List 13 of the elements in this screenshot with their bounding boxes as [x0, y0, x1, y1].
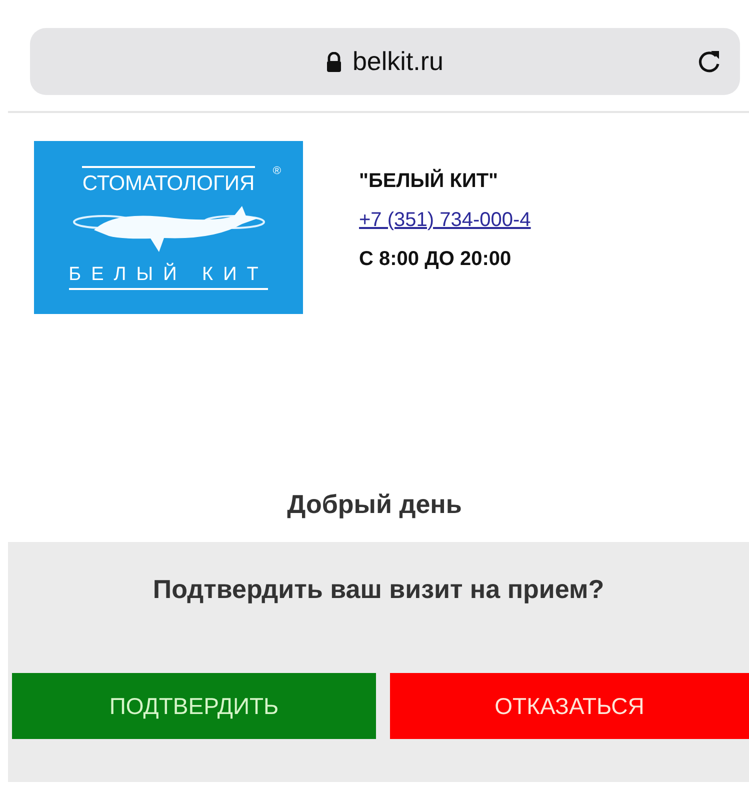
logo-text: СТОМАТОЛОГИЯ — [82, 166, 255, 196]
confirm-button[interactable]: ПОДТВЕРДИТЬ — [12, 673, 376, 739]
url-text: belkit.ru — [352, 46, 444, 77]
opening-hours: С 8:00 ДО 20:00 — [359, 248, 512, 271]
reload-icon[interactable] — [698, 48, 722, 74]
question-text: Подтвердить ваш визит на прием? — [152, 574, 604, 605]
lock-icon — [326, 52, 342, 72]
greeting-text: Добрый день — [286, 489, 463, 520]
logo-text: БЕЛЫЙ КИТ — [68, 264, 268, 290]
phone-link[interactable]: +7 (351) 734-000-4 — [359, 209, 531, 232]
registered-mark: ® — [272, 165, 281, 177]
address-bar[interactable]: belkit.ru — [30, 28, 740, 95]
clinic-name: "БЕЛЫЙ КИТ" — [359, 170, 498, 193]
